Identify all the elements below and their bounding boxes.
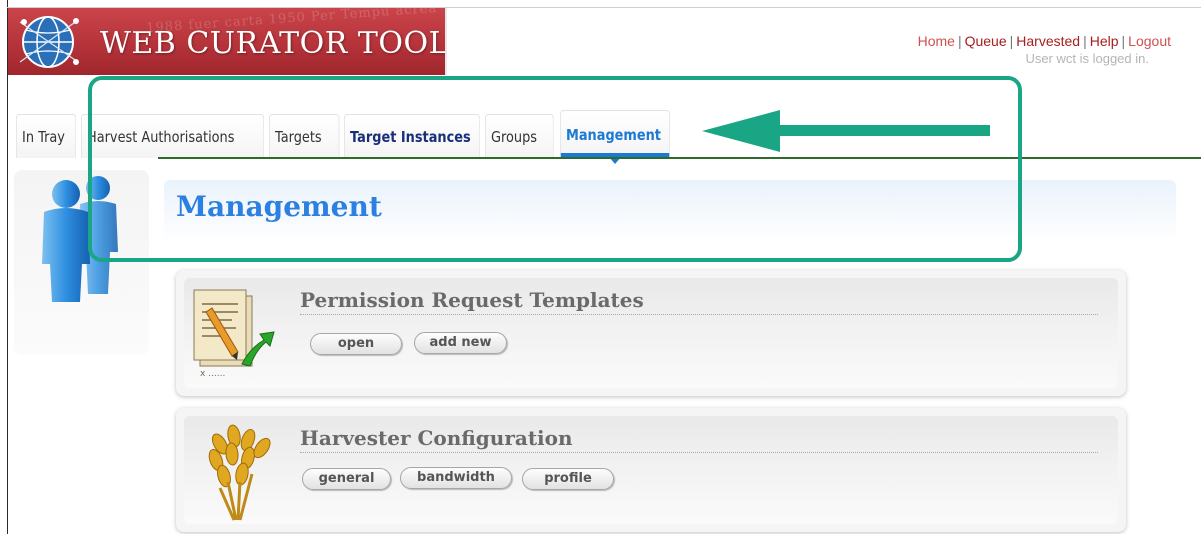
highlight-annotation-box [88, 76, 1022, 262]
arrow-left-icon [702, 110, 990, 152]
link-separator: | [1121, 33, 1126, 49]
home-link[interactable]: Home [918, 33, 955, 49]
bandwidth-button[interactable]: bandwidth [400, 467, 512, 489]
app-logo-banner[interactable]: 1988 fuer carta 1950 Per Tempu acrea WEB… [8, 8, 447, 75]
add-new-button[interactable]: add new [414, 332, 507, 354]
app-title: WEB CURATOR TOOL [100, 26, 447, 61]
profile-button[interactable]: profile [522, 468, 614, 490]
section-title: Permission Request Templates [300, 288, 644, 312]
wheat-icon [208, 424, 271, 521]
general-button[interactable]: general [302, 468, 391, 490]
login-status: User wct is logged in. [1025, 51, 1149, 66]
link-separator: | [957, 33, 962, 49]
link-separator: | [1009, 33, 1014, 49]
globe-icon [19, 16, 79, 68]
link-separator: | [1083, 33, 1087, 49]
section-divider [300, 452, 1098, 453]
harvested-link[interactable]: Harvested [1016, 33, 1080, 49]
window-left-border [7, 0, 8, 534]
logout-link[interactable]: Logout [1128, 33, 1171, 49]
section-divider [300, 314, 1098, 315]
help-link[interactable]: Help [1090, 33, 1119, 49]
queue-link[interactable]: Queue [965, 33, 1007, 49]
top-navigation: Home | Queue | Harvested | Help | Logout [918, 33, 1171, 49]
tab-label: In Tray [22, 127, 65, 146]
tab-in-tray[interactable]: In Tray [16, 114, 77, 158]
permission-request-templates-section: x ...... Permission Request Templates op… [176, 270, 1126, 396]
svg-text:x ......: x ...... [200, 369, 225, 379]
harvester-configuration-section: Harvester Configuration general bandwidt… [176, 408, 1126, 532]
document-pencil-icon: x ...... [193, 289, 275, 379]
section-title: Harvester Configuration [300, 426, 573, 450]
open-button[interactable]: open [310, 333, 402, 355]
